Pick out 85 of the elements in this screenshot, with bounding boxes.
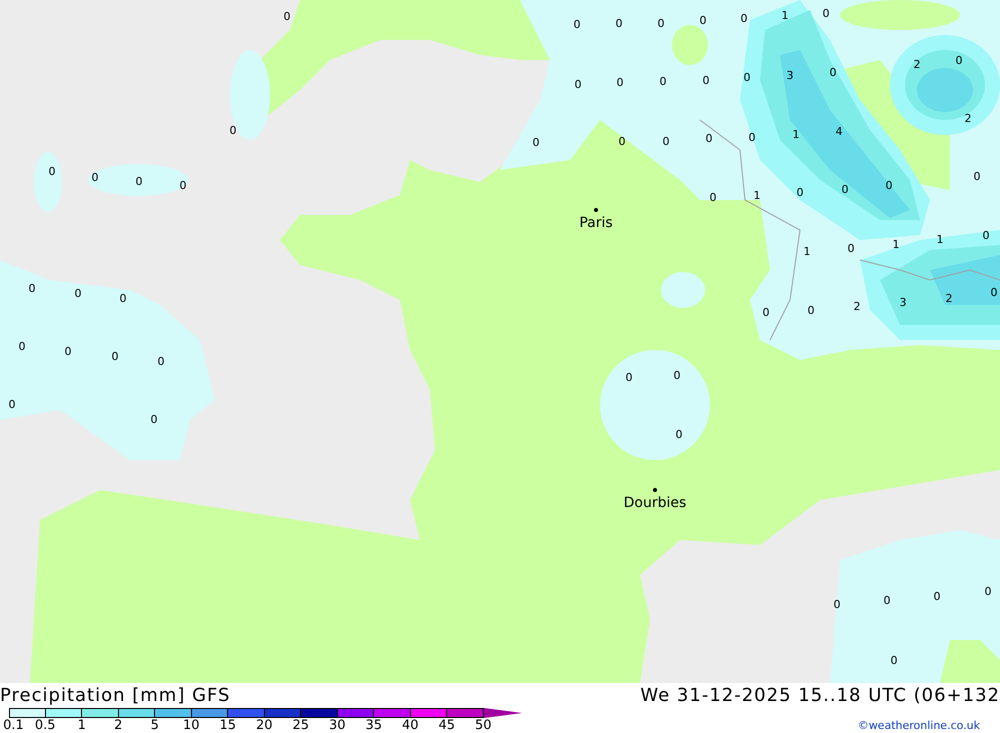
city-label: Paris [579, 215, 613, 231]
precipitation-value: 0 [700, 14, 706, 27]
precipitation-value: 0 [956, 54, 962, 67]
precipitation-value: 3 [786, 69, 794, 82]
precipitation-value: 0 [834, 598, 840, 611]
city-dot-icon [594, 208, 598, 212]
precipitation-value: 2 [914, 58, 920, 71]
valid-time: We 31-12-2025 15..18 UTC (06+132 [640, 684, 1000, 706]
precipitation-value: 0 [658, 17, 664, 30]
precipitation-value: 0 [8, 398, 16, 411]
precipitation-value: 0 [574, 78, 582, 91]
precipitation-value: 2 [854, 300, 860, 313]
precipitation-value: 0 [974, 170, 980, 183]
precipitation-value: 0 [990, 286, 998, 299]
precipitation-value: 1 [804, 245, 810, 258]
legend-label: 0.1 [2, 719, 25, 733]
city-dot-icon [653, 488, 657, 492]
precipitation-value: 1 [782, 9, 788, 22]
precipitation-value: 2 [946, 292, 952, 305]
precipitation-value: 1 [792, 128, 800, 141]
precipitation-value: 2 [964, 112, 972, 125]
credit-link[interactable]: ©weatheronline.co.uk [858, 719, 980, 733]
precipitation-value: 0 [830, 66, 836, 79]
precipitation-value: 0 [748, 131, 756, 144]
legend-label: 5 [150, 719, 160, 733]
map-title: Precipitation [mm] GFS [0, 684, 230, 706]
legend-label: 0.5 [34, 719, 57, 733]
legend-label: 25 [291, 719, 310, 733]
precipitation-value: 0 [674, 369, 680, 382]
precipitation-value: 0 [808, 304, 814, 317]
precipitation-value: 1 [892, 238, 900, 251]
precipitation-value: 0 [284, 10, 290, 23]
legend-label: 30 [328, 719, 347, 733]
precipitation-value: 0 [180, 179, 186, 192]
precipitation-value: 0 [626, 371, 632, 384]
precipitation-value: 3 [900, 296, 906, 309]
precipitation-value: 0 [150, 413, 158, 426]
precipitation-value: 0 [112, 350, 118, 363]
legend-label: 20 [254, 719, 274, 733]
precipitation-value: 0 [884, 594, 890, 607]
legend-label: 1 [76, 719, 87, 733]
precipitation-value: 0 [120, 292, 126, 305]
legend-label: 15 [218, 719, 238, 733]
precipitation-value: 0 [676, 428, 682, 441]
precipitation-value: 0 [982, 229, 990, 242]
precipitation-value: 0 [18, 340, 26, 353]
legend-label: 45 [437, 719, 456, 733]
precipitation-value: 0 [662, 135, 670, 148]
precipitation-value: 0 [934, 590, 940, 603]
precipitation-value: 0 [890, 654, 898, 667]
precipitation-value: 0 [136, 175, 142, 188]
precipitation-value: 1 [936, 233, 944, 246]
precipitation-value: 0 [158, 355, 164, 368]
precipitation-value: 0 [574, 18, 580, 31]
precipitation-value: 0 [740, 12, 748, 25]
legend-label: 35 [364, 719, 384, 733]
precipitation-value: 0 [532, 136, 540, 149]
precipitation-value: 0 [706, 132, 712, 145]
precipitation-value: 0 [28, 282, 36, 295]
legend-label: 50 [474, 719, 493, 733]
precipitation-value: 0 [710, 191, 716, 204]
precipitation-value: 0 [616, 17, 622, 30]
precipitation-value: 0 [848, 242, 854, 255]
legend-label: 10 [182, 719, 201, 733]
precipitation-value: 0 [92, 171, 98, 184]
precipitation-value: 0 [64, 345, 72, 358]
precipitation-value: 0 [762, 306, 770, 319]
precipitation-value: 0 [886, 179, 892, 192]
precipitation-value: 0 [842, 183, 848, 196]
precipitation-value: 0 [984, 585, 992, 598]
precipitation-value: 0 [74, 287, 82, 300]
precipitation-value: 0 [796, 186, 804, 199]
precipitation-value: 0 [744, 71, 750, 84]
precipitation-value: 4 [836, 125, 842, 138]
precipitation-value: 0 [48, 165, 56, 178]
precipitation-value: 0 [660, 75, 666, 88]
city-label: Dourbies [624, 495, 686, 511]
precipitation-value: 0 [618, 135, 626, 148]
precipitation-value: 0 [230, 124, 236, 137]
legend-label: 40 [400, 719, 420, 733]
legend-label: 2 [113, 719, 124, 733]
precipitation-value: 1 [754, 189, 760, 202]
precipitation-value: 0 [702, 74, 710, 87]
precipitation-value: 0 [822, 7, 830, 20]
precipitation-value: 0 [616, 76, 624, 89]
